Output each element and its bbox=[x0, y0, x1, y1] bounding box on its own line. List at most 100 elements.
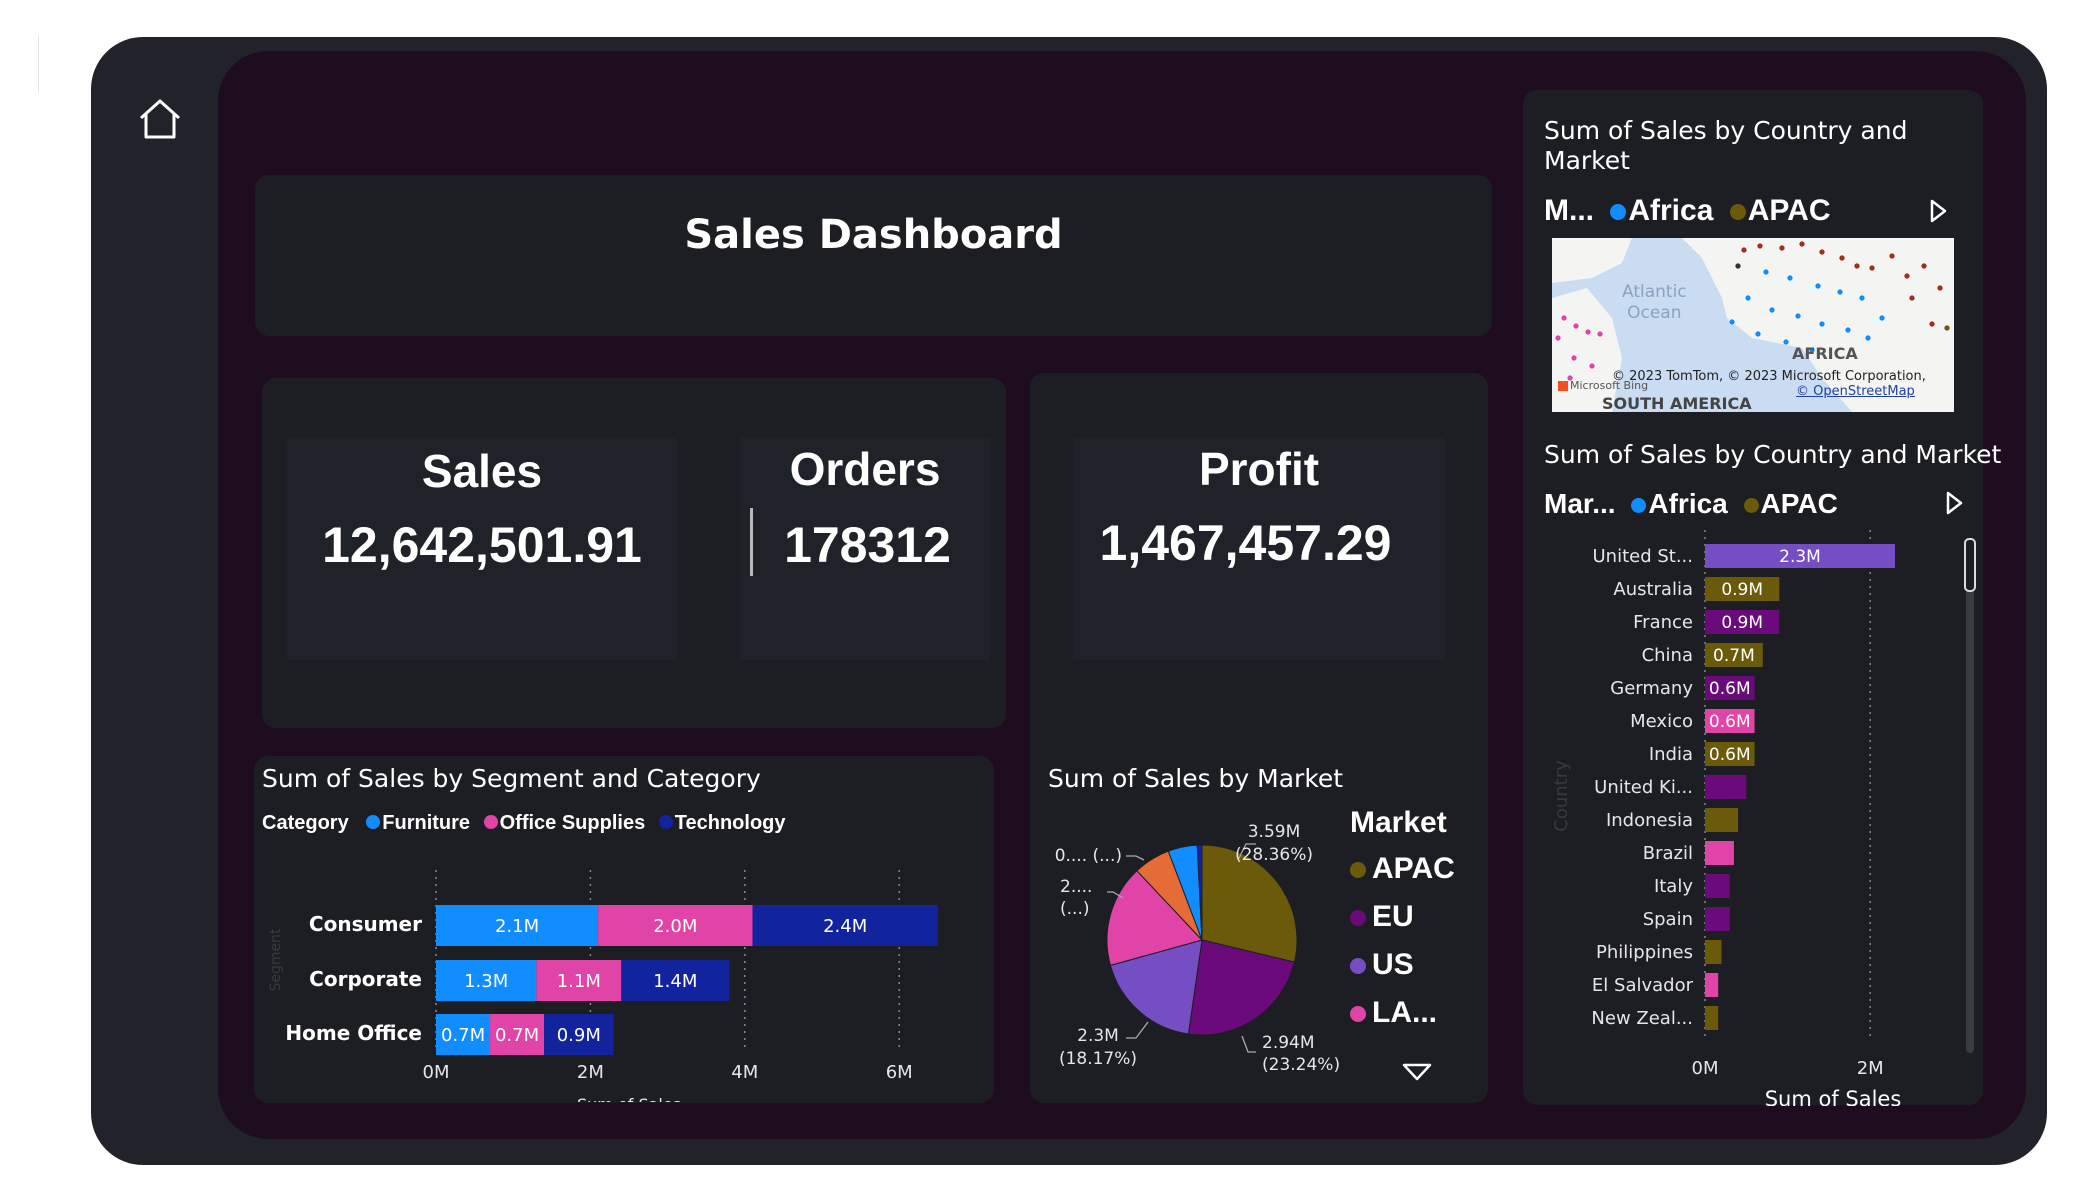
home-icon[interactable] bbox=[137, 96, 183, 142]
legend-dot-apac-2 bbox=[1743, 498, 1759, 513]
country-legend-next-icon[interactable] bbox=[1944, 490, 1964, 516]
map-attribution: © 2023 TomTom, © 2023 Microsoft Corporat… bbox=[1612, 369, 1926, 384]
country-bar[interactable] bbox=[1705, 775, 1747, 799]
legend-dot-office-supplies bbox=[483, 815, 498, 829]
country-category-label: India bbox=[1649, 744, 1693, 765]
country-data-label: 0.6M bbox=[1709, 679, 1751, 699]
map-point[interactable] bbox=[1778, 244, 1786, 252]
map-point[interactable] bbox=[1864, 334, 1872, 342]
map-legend-apac[interactable]: APAC bbox=[1748, 194, 1831, 227]
map-point[interactable] bbox=[1756, 242, 1764, 250]
map-point[interactable] bbox=[1853, 262, 1861, 270]
segment-chart-title: Sum of Sales by Segment and Category bbox=[262, 764, 761, 793]
map-point[interactable] bbox=[1596, 330, 1604, 338]
map-point[interactable] bbox=[1943, 324, 1951, 332]
map-point[interactable] bbox=[1754, 330, 1762, 338]
country-scrollbar-thumb[interactable] bbox=[1964, 538, 1976, 592]
legend-dot-africa-2 bbox=[1631, 498, 1647, 513]
legend-item-furniture[interactable]: Furniture bbox=[382, 812, 470, 834]
country-legend-africa[interactable]: Africa bbox=[1648, 488, 1727, 519]
map-point[interactable] bbox=[1728, 318, 1736, 326]
map-point[interactable] bbox=[1572, 322, 1580, 330]
map-point[interactable] bbox=[1928, 320, 1936, 328]
map-point[interactable] bbox=[1838, 254, 1846, 262]
legend-item-us[interactable]: US bbox=[1350, 948, 1455, 996]
legend-item-office-supplies[interactable]: Office Supplies bbox=[500, 812, 646, 834]
country-bar[interactable] bbox=[1705, 907, 1730, 931]
pie-data-label: (28.36%) bbox=[1235, 845, 1313, 865]
country-bar[interactable] bbox=[1705, 1006, 1719, 1030]
map-point[interactable] bbox=[1908, 294, 1916, 302]
country-category-label: Germany bbox=[1610, 678, 1693, 699]
segment-category-label: Home Office bbox=[285, 1021, 422, 1045]
country-legend: Mar... Africa APAC bbox=[1544, 488, 1838, 520]
map-visual[interactable]: Atlantic Ocean AFRICA © 2023 TomTom, © 20… bbox=[1552, 238, 1954, 412]
map-point[interactable] bbox=[1836, 288, 1844, 296]
legend-item-la[interactable]: LA... bbox=[1350, 996, 1455, 1044]
map-point[interactable] bbox=[1878, 314, 1886, 322]
map-point[interactable] bbox=[1888, 252, 1896, 260]
country-scrollbar[interactable] bbox=[1964, 538, 1976, 1053]
map-visual-title: Sum of Sales by Country and Market bbox=[1544, 116, 1908, 175]
legend-item-apac[interactable]: APAC bbox=[1350, 852, 1455, 900]
legend-dot-africa bbox=[1610, 204, 1627, 220]
x-tick-label: 2M bbox=[1857, 1058, 1884, 1079]
x-tick-label: 4M bbox=[731, 1062, 758, 1083]
map-legend-africa[interactable]: Africa bbox=[1628, 194, 1713, 227]
map-point[interactable] bbox=[1920, 262, 1928, 270]
map-legend: M... Africa APAC bbox=[1544, 194, 1831, 228]
map-point[interactable] bbox=[1786, 274, 1794, 282]
map-point[interactable] bbox=[1818, 320, 1826, 328]
country-category-label: New Zeal... bbox=[1591, 1008, 1693, 1029]
legend-item-eu[interactable]: EU bbox=[1350, 900, 1455, 948]
pie-data-label: (23.24%) bbox=[1262, 1055, 1340, 1075]
map-point[interactable] bbox=[1734, 262, 1742, 270]
country-legend-apac[interactable]: APAC bbox=[1761, 488, 1838, 519]
map-point[interactable] bbox=[1768, 306, 1776, 314]
country-category-label: France bbox=[1633, 612, 1693, 633]
country-category-label: Australia bbox=[1613, 579, 1693, 600]
divider bbox=[750, 508, 753, 576]
map-point[interactable] bbox=[1794, 312, 1802, 320]
legend-dot-eu bbox=[1350, 910, 1366, 926]
legend-dot-us bbox=[1350, 958, 1366, 974]
market-pie-title: Sum of Sales by Market bbox=[1048, 764, 1344, 793]
legend-dot-apac-map bbox=[1729, 204, 1746, 220]
map-point[interactable] bbox=[1762, 268, 1770, 276]
legend-item-technology[interactable]: Technology bbox=[675, 812, 786, 834]
country-bar[interactable] bbox=[1705, 808, 1739, 832]
map-point[interactable] bbox=[1798, 240, 1806, 248]
map-point[interactable] bbox=[1588, 362, 1596, 370]
map-legend-label: M... bbox=[1544, 194, 1594, 227]
country-x-axis-title: Sum of Sales bbox=[1765, 1087, 1902, 1106]
map-bing-logo: Microsoft Bing bbox=[1558, 379, 1648, 392]
country-category-label: Indonesia bbox=[1606, 810, 1693, 831]
country-bar[interactable] bbox=[1705, 973, 1719, 997]
map-point[interactable] bbox=[1858, 294, 1866, 302]
map-point[interactable] bbox=[1782, 338, 1790, 346]
map-point[interactable] bbox=[1814, 282, 1822, 290]
map-point[interactable] bbox=[1744, 294, 1752, 302]
map-point[interactable] bbox=[1740, 246, 1748, 254]
map-point[interactable] bbox=[1818, 248, 1826, 256]
map-point[interactable] bbox=[1554, 334, 1562, 342]
map-point[interactable] bbox=[1584, 328, 1592, 336]
map-point[interactable] bbox=[1903, 272, 1911, 280]
map-point[interactable] bbox=[1560, 314, 1568, 322]
x-tick-label: 2M bbox=[577, 1062, 604, 1083]
country-category-label: Philippines bbox=[1596, 942, 1693, 963]
legend-scroll-down-icon[interactable] bbox=[1402, 1062, 1432, 1082]
map-osm-link[interactable]: © OpenStreetMap bbox=[1796, 384, 1915, 399]
map-point[interactable] bbox=[1936, 284, 1944, 292]
pie-data-label: 2.94M bbox=[1262, 1033, 1315, 1053]
map-legend-next-icon[interactable] bbox=[1928, 198, 1948, 224]
map-point[interactable] bbox=[1868, 264, 1876, 272]
country-category-label: United St... bbox=[1592, 546, 1693, 567]
country-category-label: Spain bbox=[1643, 909, 1693, 930]
country-bar[interactable] bbox=[1705, 841, 1734, 865]
x-tick-label: 6M bbox=[886, 1062, 913, 1083]
map-point[interactable] bbox=[1570, 354, 1578, 362]
country-bar[interactable] bbox=[1705, 940, 1722, 964]
country-bar[interactable] bbox=[1705, 874, 1730, 898]
map-point[interactable] bbox=[1844, 326, 1852, 334]
